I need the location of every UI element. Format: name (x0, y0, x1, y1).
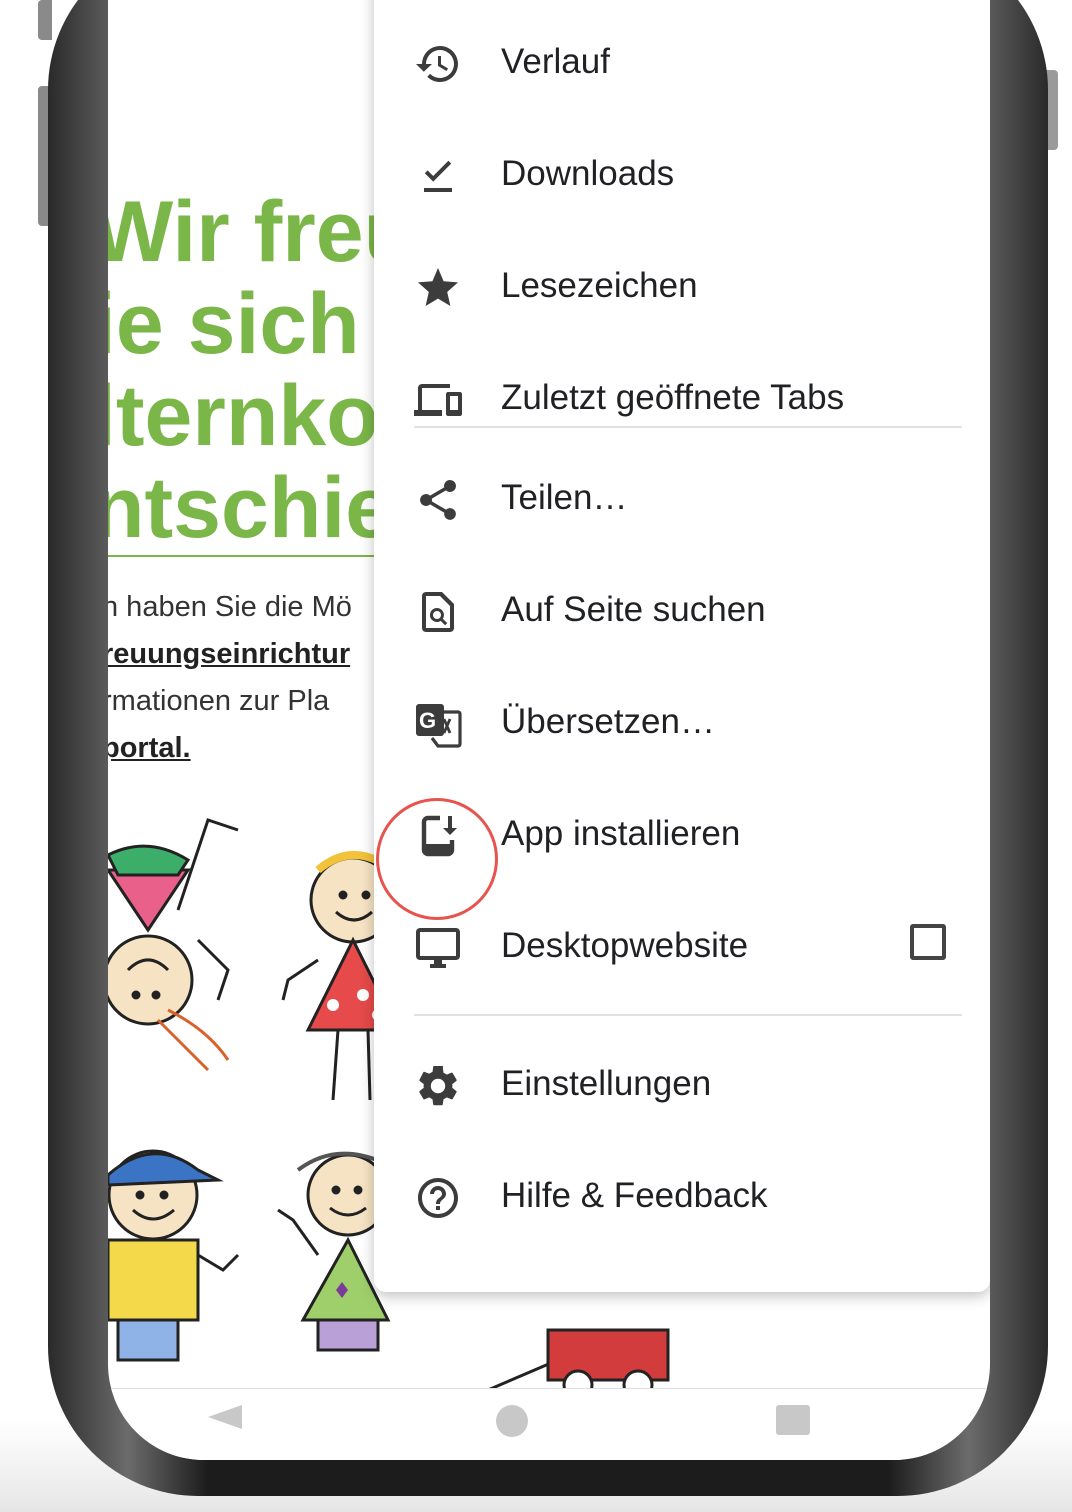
headline-line: ntschie (108, 462, 382, 554)
menu-separator (414, 1014, 962, 1016)
menu-item-label: Teilen… (501, 478, 628, 517)
phone-screen: Wir freu ie sich lternko ntschie n haben… (108, 0, 990, 1460)
menu-item-translate[interactable]: G Übersetzen… (374, 672, 990, 772)
menu-item-label: App installieren (501, 814, 741, 853)
find-in-page-icon (422, 592, 454, 632)
recents-nav-icon[interactable] (776, 1405, 810, 1435)
menu-item-history[interactable]: Verlauf (374, 12, 990, 112)
kid-drawing (108, 818, 239, 1072)
back-nav-icon[interactable] (208, 1405, 242, 1429)
device-photo: Wir freu ie sich lternko ntschie n haben… (0, 0, 1072, 1512)
intro-text: n haben Sie die Mö reuungseinrichtur rma… (108, 584, 382, 772)
headline-line: ie sich (108, 278, 360, 370)
menu-item-recent-tabs[interactable]: Zuletzt geöffnete Tabs (374, 348, 990, 448)
translate-icon: G (416, 704, 462, 748)
intro-line: n haben Sie die Mö (108, 591, 352, 623)
help-icon (418, 1178, 458, 1218)
portal-link[interactable]: portal. (108, 725, 382, 772)
intro-link[interactable]: reuungseinrichtur (108, 631, 382, 678)
desktop-site-checkbox[interactable] (910, 924, 946, 960)
gear-icon (419, 1065, 457, 1106)
headline-line: Wir freu (108, 186, 382, 278)
menu-item-help[interactable]: Hilfe & Feedback (374, 1146, 990, 1246)
menu-item-label: Einstellungen (501, 1064, 712, 1103)
menu-item-settings[interactable]: Einstellungen (374, 1034, 990, 1134)
share-icon (420, 480, 456, 520)
devices-icon (414, 384, 462, 416)
desktop-icon (416, 928, 460, 968)
star-icon (418, 268, 458, 306)
menu-item-label: Zuletzt geöffnete Tabs (501, 378, 845, 417)
phone-button (38, 0, 52, 40)
menu-item-label: Lesezeichen (501, 266, 698, 305)
menu-item-bookmarks[interactable]: Lesezeichen (374, 236, 990, 336)
home-nav-icon[interactable] (496, 1405, 528, 1437)
headline-line: lternko (108, 370, 379, 462)
kid-drawing (277, 1151, 391, 1352)
menu-item-label: Desktopwebsite (501, 926, 749, 965)
highlight-circle (376, 798, 498, 920)
menu-item-find-in-page[interactable]: Auf Seite suchen (374, 560, 990, 660)
browser-overflow-menu: Verlauf Downloads Lesezeichen Zuletzt ge… (374, 0, 990, 1292)
android-nav-bar (108, 1388, 990, 1460)
history-icon (416, 46, 458, 82)
menu-item-label: Verlauf (501, 42, 610, 81)
menu-item-label: Übersetzen… (501, 702, 715, 741)
menu-separator (414, 426, 962, 428)
intro-line: rmationen zur Pla (108, 685, 330, 717)
menu-item-label: Downloads (501, 154, 675, 193)
downloads-icon (424, 160, 452, 192)
headline-underline (108, 555, 376, 557)
menu-item-label: Hilfe & Feedback (501, 1176, 768, 1215)
menu-item-share[interactable]: Teilen… (374, 448, 990, 548)
menu-item-downloads[interactable]: Downloads (374, 124, 990, 224)
kid-drawing (108, 1149, 240, 1362)
menu-item-label: Auf Seite suchen (501, 590, 766, 629)
page-headline: Wir freu ie sich lternko ntschie (108, 186, 382, 554)
